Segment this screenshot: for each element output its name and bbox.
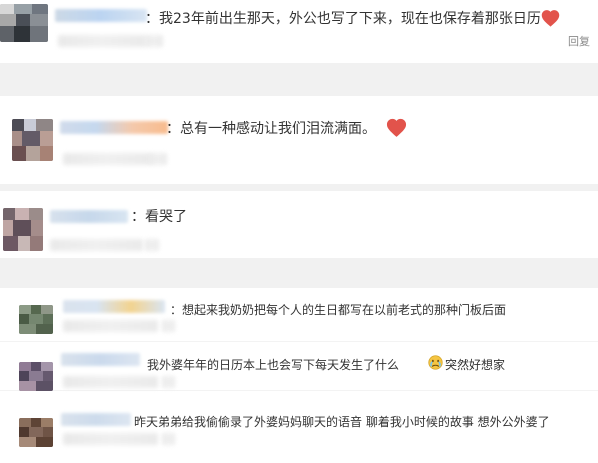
username-blurred[interactable] <box>61 413 131 426</box>
avatar[interactable] <box>19 418 53 447</box>
avatar[interactable] <box>0 4 48 42</box>
username-blurred[interactable] <box>50 210 128 223</box>
avatar[interactable] <box>19 305 53 334</box>
comment-text: ：看哭了 <box>131 209 187 225</box>
meta-blurred <box>162 433 175 445</box>
divider <box>0 390 598 391</box>
meta-blurred <box>145 239 159 251</box>
username-blurred[interactable] <box>61 353 140 366</box>
comment-text: ：总有一种感动让我们泪流满面。 <box>166 121 376 137</box>
meta-blurred <box>162 320 175 332</box>
timestamp-blurred <box>58 35 146 47</box>
timestamp-blurred <box>63 320 158 332</box>
avatar[interactable] <box>3 208 43 251</box>
divider <box>0 341 598 342</box>
separator <box>0 258 598 288</box>
username-blurred[interactable] <box>60 121 168 134</box>
meta-blurred <box>145 35 163 47</box>
timestamp-blurred <box>63 153 151 165</box>
comment-text-part: 突然好想家 <box>445 358 506 372</box>
reply-link[interactable]: 回复 <box>568 36 590 47</box>
username-blurred[interactable] <box>55 9 147 22</box>
heart-emoji-icon <box>541 10 560 27</box>
timestamp-blurred <box>63 376 158 388</box>
comment-text: 昨天弟弟给我偷偷录了外婆妈妈聊天的语音 聊着我小时候的故事 想外公外婆了 <box>134 415 550 429</box>
comment-text: ：想起来我奶奶把每个人的生日都写在以前老式的那种门板后面 <box>170 303 507 317</box>
separator <box>0 63 598 96</box>
username-blurred[interactable] <box>63 300 165 313</box>
comment-feed: ：我23年前出生那天，外公也写了下来，现在也保存着那张日历 回复 ：总有一种感动… <box>0 0 598 463</box>
timestamp-blurred <box>63 433 158 445</box>
crying-face-icon <box>428 355 443 370</box>
meta-blurred <box>149 153 167 165</box>
comment-text: ：我23年前出生那天，外公也写了下来，现在也保存着那张日历 <box>145 11 541 27</box>
avatar[interactable] <box>19 362 53 391</box>
meta-blurred <box>162 376 175 388</box>
timestamp-blurred <box>50 239 143 251</box>
separator <box>0 184 598 191</box>
comment-band <box>0 96 598 184</box>
avatar[interactable] <box>12 119 53 161</box>
comment-text-part: 我外婆年年的日历本上也会写下每天发生了什么 <box>147 358 400 372</box>
heart-emoji-icon <box>386 118 407 137</box>
